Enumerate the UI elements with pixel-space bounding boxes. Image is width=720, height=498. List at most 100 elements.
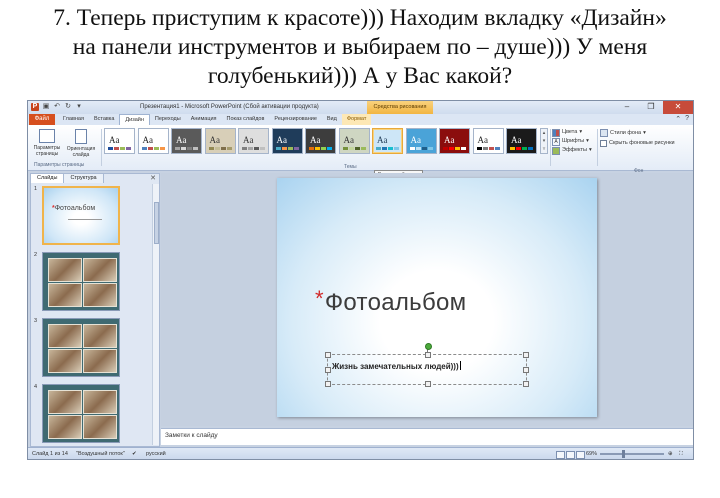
slide-title[interactable]: *Фотоальбом <box>315 286 466 317</box>
pane-scrollbar[interactable] <box>152 184 159 445</box>
tab-4[interactable]: Анимация <box>186 114 222 125</box>
list-item[interactable]: 3 <box>31 316 151 380</box>
undo-icon[interactable]: ↶ <box>53 103 61 111</box>
scrollbar-thumb[interactable] <box>154 202 159 244</box>
resize-handle[interactable] <box>325 381 331 387</box>
theme-color-swatch <box>281 147 287 150</box>
theme-thumbnail[interactable]: Aa <box>405 128 437 154</box>
zoom-percent[interactable]: 69% <box>586 451 597 457</box>
theme-thumbnail[interactable]: Aa <box>338 128 370 154</box>
tab-slides[interactable]: Слайды <box>31 174 65 183</box>
normal-view-icon[interactable] <box>556 451 565 459</box>
zoom-in-icon[interactable]: ⊕ <box>668 451 673 457</box>
theme-color-swatch <box>287 147 293 150</box>
resize-handle[interactable] <box>523 352 529 358</box>
list-item[interactable]: 1 *Фотоальбом <box>31 184 151 248</box>
reading-view-icon[interactable] <box>576 451 585 459</box>
effects-button[interactable]: Эффекты ▾ <box>552 146 594 155</box>
theme-thumbnail[interactable]: Aa <box>238 128 269 154</box>
fit-slide-icon[interactable]: ⛶ <box>679 451 683 458</box>
theme-color-swatch <box>394 147 399 150</box>
tab-7[interactable]: Вид <box>322 114 342 125</box>
theme-thumbnail[interactable]: Aa <box>472 128 504 154</box>
close-icon[interactable]: ✕ <box>150 174 156 183</box>
theme-color-swatch <box>187 147 192 150</box>
list-item[interactable]: 4 <box>31 382 151 446</box>
theme-color-swatch <box>321 147 326 150</box>
tab-3[interactable]: Переходы <box>150 114 186 125</box>
resize-handle[interactable] <box>523 381 529 387</box>
slide-thumbnail[interactable] <box>42 252 120 311</box>
status-language[interactable]: русский <box>146 451 166 457</box>
resize-handle[interactable] <box>325 352 331 358</box>
slide-sorter-view-icon[interactable] <box>566 451 575 459</box>
caption: 7. Теперь приступим к красоте))) Находим… <box>0 4 720 91</box>
subtitle-placeholder[interactable]: Жизнь замечательных людей))) <box>325 343 529 387</box>
help-icon[interactable]: ? <box>685 115 689 123</box>
theme-color-bars <box>443 147 466 150</box>
page-setup-button[interactable]: Параметры страницы <box>30 128 64 157</box>
resize-handle[interactable] <box>523 367 529 373</box>
notes-pane[interactable]: Заметки к слайду <box>161 428 693 445</box>
background-styles-button[interactable]: Стили фона ▾ <box>600 128 690 138</box>
resize-handle[interactable] <box>325 367 331 373</box>
tab-0[interactable]: Главная <box>58 114 89 125</box>
chevron-up-icon[interactable]: ⌃ <box>675 115 681 123</box>
theme-sample-text: Aa <box>109 135 120 145</box>
spellcheck-icon[interactable]: ✔ <box>132 451 137 457</box>
theme-color-swatch <box>293 147 299 150</box>
minimize-button[interactable]: – <box>615 101 639 114</box>
tab-2[interactable]: Дизайн <box>119 114 150 125</box>
current-slide[interactable]: *Фотоальбом Жизнь замечательных людей))) <box>277 178 597 417</box>
theme-thumbnail[interactable]: Aa <box>104 128 135 154</box>
zoom-slider-thumb[interactable] <box>622 450 625 458</box>
resize-handle[interactable] <box>425 352 431 358</box>
title-bar: P ▣ ↶ ↻ ▾ Презентация1 - Microsoft Power… <box>28 101 693 114</box>
colors-button[interactable]: Цвета ▾ <box>552 128 594 137</box>
subtitle-text[interactable]: Жизнь замечательных людей))) <box>332 361 461 371</box>
slide-thumbnail[interactable] <box>42 318 120 377</box>
theme-color-swatch <box>120 147 125 150</box>
theme-sample-text: Aa <box>209 135 221 145</box>
redo-icon[interactable]: ↻ <box>64 103 72 111</box>
fonts-icon: A <box>552 137 560 146</box>
theme-color-swatch <box>476 147 482 150</box>
orientation-button[interactable]: Ориентация слайда <box>64 128 98 158</box>
tab-5[interactable]: Показ слайдов <box>222 114 270 125</box>
theme-thumbnail[interactable]: Aa <box>305 128 336 154</box>
save-icon[interactable]: ▣ <box>42 103 50 111</box>
tab-8[interactable]: Формат <box>341 114 372 125</box>
chevron-down-icon: ▾ <box>579 129 583 135</box>
tab-outline[interactable]: Структура <box>64 174 104 183</box>
tab-1[interactable]: Вставка <box>89 114 119 125</box>
customize-qat-icon[interactable]: ▾ <box>75 103 83 111</box>
theme-thumbnail[interactable]: Aa <box>506 128 537 154</box>
rotation-handle[interactable] <box>425 343 432 350</box>
theme-color-swatch <box>175 147 180 150</box>
tab-6[interactable]: Рецензирование <box>269 114 321 125</box>
slide-thumbnail[interactable] <box>42 384 120 443</box>
theme-color-swatch <box>409 147 415 150</box>
theme-color-swatch <box>108 147 113 150</box>
fonts-button[interactable]: A Шрифты ▾ <box>552 137 594 146</box>
theme-color-swatch <box>522 147 527 150</box>
theme-thumbnail[interactable]: Aa <box>271 128 303 154</box>
theme-thumbnail[interactable]: Aa <box>439 128 470 154</box>
theme-thumbnail[interactable]: Aa <box>204 128 236 154</box>
zoom-slider[interactable] <box>600 450 664 458</box>
ribbon-right-controls: ⌃ ? <box>675 115 689 123</box>
theme-thumbnail[interactable]: Aa <box>137 128 169 154</box>
status-theme-name[interactable]: "Воздушный поток" <box>76 451 125 457</box>
tab-file[interactable]: Файл <box>29 114 55 125</box>
close-button[interactable]: ✕ <box>663 101 693 114</box>
hide-background-checkbox[interactable]: Скрыть фоновые рисунки <box>600 138 690 148</box>
maximize-button[interactable]: ❐ <box>639 101 663 114</box>
slide-thumbnail[interactable]: *Фотоальбом <box>42 186 120 245</box>
powerpoint-logo-icon[interactable]: P <box>31 103 39 111</box>
theme-thumbnail[interactable]: Aa <box>372 128 403 154</box>
resize-handle[interactable] <box>425 381 431 387</box>
theme-color-swatch <box>220 147 226 150</box>
gallery-more-button[interactable]: ▴ ▾ ▿ <box>540 128 548 154</box>
theme-thumbnail[interactable]: Aa <box>171 128 202 154</box>
list-item[interactable]: 2 <box>31 250 151 314</box>
